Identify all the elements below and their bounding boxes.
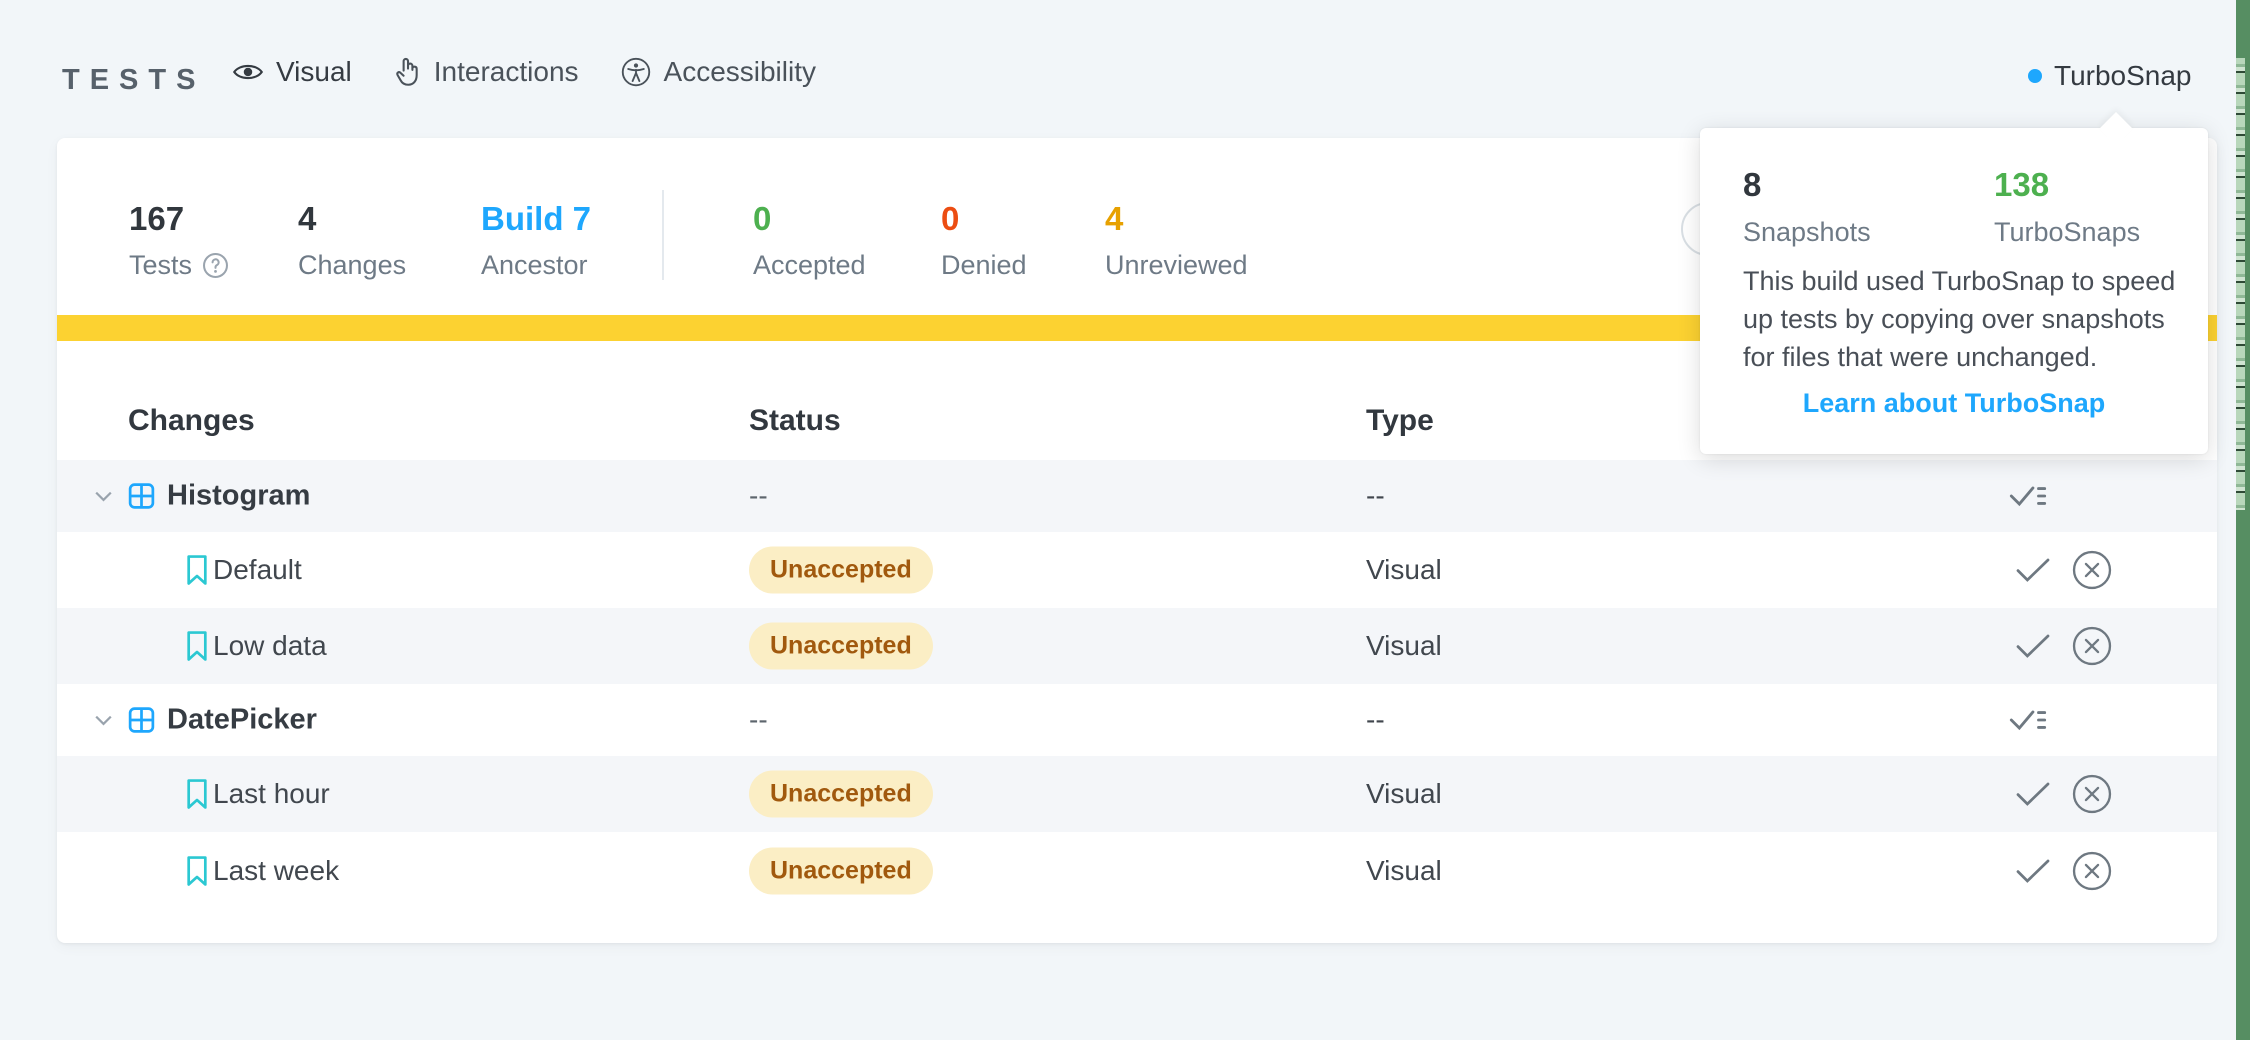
popover-stat-snapshots: 8 Snapshots [1743,166,1871,248]
accessibility-icon [621,57,651,87]
story-name[interactable]: Last hour [213,778,330,810]
turbosnap-toggle[interactable]: TurboSnap [2028,60,2192,92]
ancestor-build-link[interactable]: Build 7 [481,200,591,238]
table-row-group-datepicker: DatePicker -- -- [57,684,2217,756]
snapshots-label: Snapshots [1743,217,1871,248]
denied-count: 0 [941,200,1027,238]
deny-icon[interactable] [2071,549,2113,591]
deny-icon[interactable] [2071,625,2113,667]
deny-icon[interactable] [2071,850,2113,892]
accept-all-icon[interactable] [2007,703,2049,737]
stat-tests: 167 Tests [129,200,229,281]
component-grid-icon [126,705,157,736]
changes-label: Changes [298,250,406,281]
type-value: Visual [1366,554,1442,586]
story-name[interactable]: Last week [213,855,339,887]
stats-divider [662,190,664,280]
turbosnaps-count: 138 [1994,166,2140,204]
type-value: Visual [1366,855,1442,887]
bookmark-icon [184,554,210,586]
turbosnap-toggle-label: TurboSnap [2054,60,2192,92]
right-edge-strip [2236,0,2250,1040]
bookmark-icon [184,778,210,810]
popover-caret [2099,112,2133,146]
turbosnap-dot-icon [2028,69,2042,83]
accept-icon[interactable] [2013,856,2053,886]
eye-icon [233,60,263,84]
component-name[interactable]: Histogram [167,480,310,513]
stat-changes: 4 Changes [298,200,406,281]
column-header-type: Type [1366,404,1434,438]
status-badge: Unaccepted [749,848,933,895]
type-value: -- [1366,480,1385,512]
tab-accessibility-label: Accessibility [664,56,816,88]
table-row-test-low-data: Low data Unaccepted Visual [57,608,2217,684]
table-row-test-last-hour: Last hour Unaccepted Visual [57,756,2217,832]
ancestor-label: Ancestor [481,250,588,281]
column-header-status: Status [749,404,841,438]
denied-label: Denied [941,250,1027,281]
type-value: Visual [1366,630,1442,662]
popover-stat-turbosnaps: 138 TurboSnaps [1994,166,2140,248]
unreviewed-label: Unreviewed [1105,250,1248,281]
chevron-down-icon[interactable] [90,707,117,734]
stat-denied: 0 Denied [941,200,1027,281]
accept-all-icon[interactable] [2007,479,2049,513]
right-edge-strip-texture [2236,58,2245,510]
pointing-hand-icon [394,57,421,88]
status-value: -- [749,704,768,736]
table-row-group-histogram: Histogram -- -- [57,460,2217,532]
tests-count: 167 [129,200,229,238]
tab-interactions[interactable]: Interactions [394,56,579,88]
table-row-test-last-week: Last week Unaccepted Visual [57,832,2217,910]
learn-about-turbosnap-link[interactable]: Learn about TurboSnap [1700,388,2208,419]
story-name[interactable]: Low data [213,630,327,662]
snapshots-count: 8 [1743,166,1871,204]
accept-icon[interactable] [2013,631,2053,661]
accepted-count: 0 [753,200,866,238]
component-name[interactable]: DatePicker [167,704,317,737]
story-name[interactable]: Default [213,554,302,586]
stat-unreviewed: 4 Unreviewed [1105,200,1248,281]
accepted-label: Accepted [753,250,866,281]
bookmark-icon [184,855,210,887]
deny-icon[interactable] [2071,773,2113,815]
tab-accessibility[interactable]: Accessibility [621,56,816,88]
stat-accepted: 0 Accepted [753,200,866,281]
status-badge: Unaccepted [749,623,933,670]
component-grid-icon [126,481,157,512]
turbosnap-popover: 8 Snapshots 138 TurboSnaps This build us… [1700,128,2208,454]
changes-count: 4 [298,200,406,238]
table-row-test-default: Default Unaccepted Visual [57,532,2217,608]
accept-icon[interactable] [2013,779,2053,809]
changes-table: Histogram -- -- Default Unaccepted Visua… [57,460,2217,910]
bookmark-icon [184,630,210,662]
type-value: Visual [1366,778,1442,810]
status-badge: Unaccepted [749,547,933,594]
status-badge: Unaccepted [749,771,933,818]
tab-visual[interactable]: Visual [233,56,352,88]
test-type-tabs: Visual Interactions Accessibility [233,56,816,88]
tab-interactions-label: Interactions [434,56,579,88]
turbosnap-description: This build used TurboSnap to speed up te… [1743,262,2181,376]
type-value: -- [1366,704,1385,736]
unreviewed-count: 4 [1105,200,1248,238]
tab-visual-label: Visual [276,56,352,88]
turbosnaps-label: TurboSnaps [1994,217,2140,248]
column-header-changes: Changes [128,404,255,438]
help-question-icon[interactable] [202,252,229,279]
chevron-down-icon[interactable] [90,483,117,510]
stat-ancestor-build: Build 7 Ancestor [481,200,591,281]
status-value: -- [749,480,768,512]
tests-label: Tests [129,250,192,281]
accept-icon[interactable] [2013,555,2053,585]
page-title: TESTS [62,64,205,97]
